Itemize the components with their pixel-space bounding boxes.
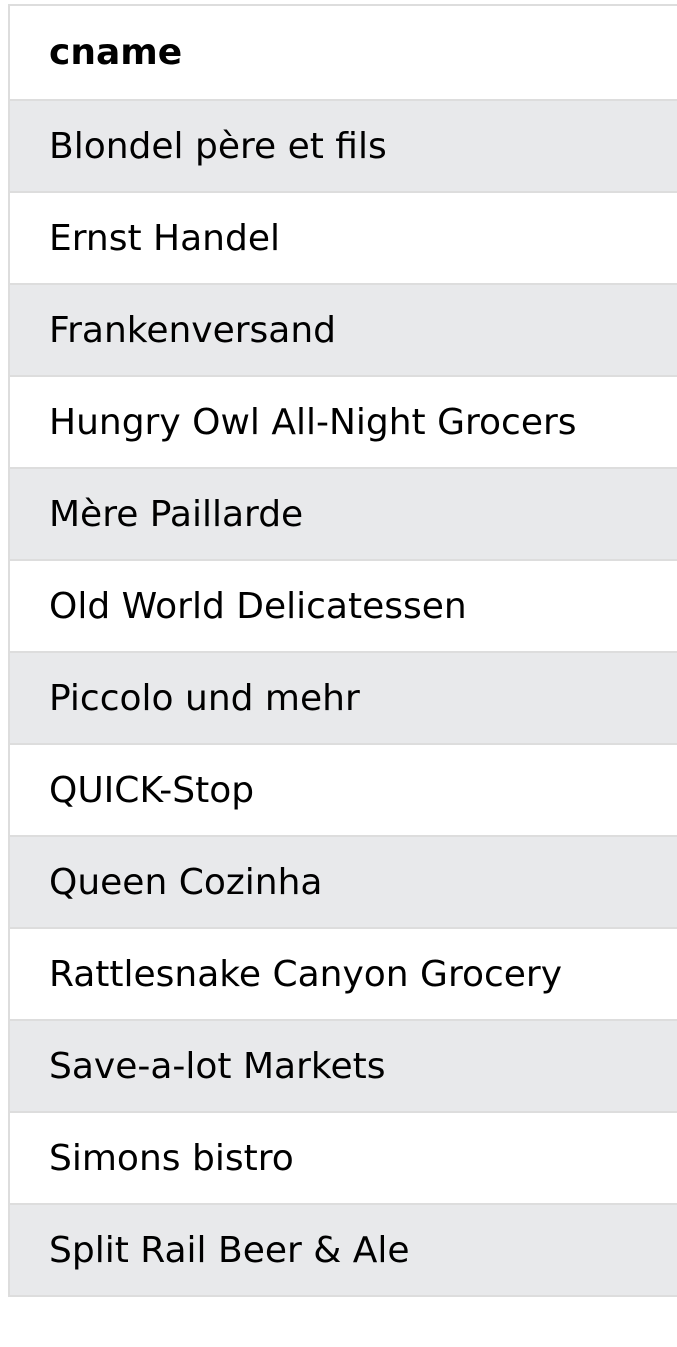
cell-cname: Piccolo und mehr [9, 652, 677, 745]
cell-cname: Hungry Owl All-Night Grocers [9, 376, 677, 469]
table-row: Blondel père et fils [9, 100, 677, 193]
cell-cname: Blondel père et fils [9, 100, 677, 193]
cell-cname: Frankenversand [9, 284, 677, 377]
cell-cname: Old World Delicatessen [9, 560, 677, 653]
table-row: Ernst Handel [9, 192, 677, 285]
table-row: Frankenversand [9, 284, 677, 377]
table-row: Save-a-lot Markets [9, 1020, 677, 1113]
cell-cname: Mère Paillarde [9, 468, 677, 561]
cell-cname: Queen Cozinha [9, 836, 677, 929]
table-row: Old World Delicatessen [9, 560, 677, 653]
table-row: QUICK-Stop [9, 744, 677, 837]
result-table: cname Blondel père et fils Ernst Handel … [8, 4, 677, 1297]
cell-cname: Save-a-lot Markets [9, 1020, 677, 1113]
table-row: Split Rail Beer & Ale [9, 1204, 677, 1297]
cell-cname: Split Rail Beer & Ale [9, 1204, 677, 1297]
cell-cname: Rattlesnake Canyon Grocery [9, 928, 677, 1021]
column-header-cname: cname [9, 5, 677, 101]
table-row: Queen Cozinha [9, 836, 677, 929]
table-row: Hungry Owl All-Night Grocers [9, 376, 677, 469]
cell-cname: Simons bistro [9, 1112, 677, 1205]
table-row: Mère Paillarde [9, 468, 677, 561]
table-body: Blondel père et fils Ernst Handel Franke… [9, 100, 677, 1297]
cell-cname: QUICK-Stop [9, 744, 677, 837]
header-row: cname [9, 5, 677, 101]
table-row: Simons bistro [9, 1112, 677, 1205]
table-row: Piccolo und mehr [9, 652, 677, 745]
table-head: cname [9, 5, 677, 101]
cell-cname: Ernst Handel [9, 192, 677, 285]
table-row: Rattlesnake Canyon Grocery [9, 928, 677, 1021]
